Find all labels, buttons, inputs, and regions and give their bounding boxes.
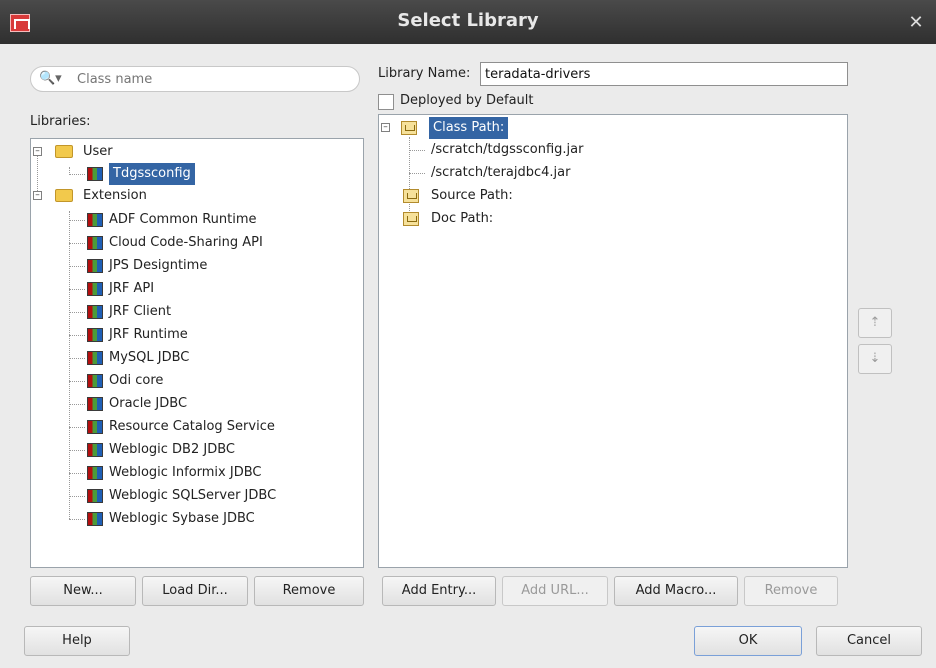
tree-line <box>409 150 425 151</box>
tree-line <box>69 174 85 175</box>
libraries-tree[interactable]: – User Tdgssconfig – Extension ADF Commo… <box>30 138 364 568</box>
tree-line <box>409 173 425 174</box>
tree-node-label: Weblogic SQLServer JDBC <box>109 488 277 503</box>
source-path-icon <box>403 189 419 203</box>
load-dir-button[interactable]: Load Dir... <box>142 576 248 606</box>
help-button[interactable]: Help <box>24 626 130 656</box>
tree-node-label: Doc Path: <box>431 211 494 226</box>
folder-icon <box>55 189 73 202</box>
tree-node-label: Resource Catalog Service <box>109 419 275 434</box>
collapse-icon[interactable]: – <box>381 123 390 132</box>
tree-line <box>69 381 85 382</box>
remove-library-button[interactable]: Remove <box>254 576 364 606</box>
library-icon <box>87 374 103 388</box>
collapse-icon[interactable]: – <box>33 191 42 200</box>
library-icon <box>87 282 103 296</box>
tree-line <box>69 450 85 451</box>
tree-node-label: JPS Designtime <box>109 258 208 273</box>
tree-node-label: Oracle JDBC <box>109 396 188 411</box>
library-icon <box>87 443 103 457</box>
library-name-label: Library Name: <box>378 66 471 81</box>
move-down-button[interactable]: ⇣ <box>858 344 892 374</box>
search-icon[interactable]: 🔍▾ <box>39 71 63 89</box>
collapse-icon[interactable]: – <box>33 147 42 156</box>
tree-node-label: ADF Common Runtime <box>109 212 257 227</box>
folder-icon <box>55 145 73 158</box>
window-title: Select Library <box>397 10 539 31</box>
tree-node-label: Odi core <box>109 373 164 388</box>
library-name-input[interactable] <box>480 62 848 86</box>
ok-button[interactable]: OK <box>694 626 802 656</box>
tree-node-label: /scratch/terajdbc4.jar <box>431 165 571 180</box>
add-macro-button[interactable]: Add Macro... <box>614 576 738 606</box>
library-icon <box>87 236 103 250</box>
tree-line <box>69 289 85 290</box>
library-icon <box>87 167 103 181</box>
tree-line <box>69 243 85 244</box>
tree-node-label: /scratch/tdgssconfig.jar <box>431 142 584 157</box>
doc-path-icon <box>403 212 419 226</box>
libraries-label: Libraries: <box>30 114 91 129</box>
tree-node-label: Cloud Code-Sharing API <box>109 235 263 250</box>
class-path-icon <box>401 121 417 135</box>
add-entry-button[interactable]: Add Entry... <box>382 576 496 606</box>
tree-line <box>69 312 85 313</box>
tree-node-label-selected: Tdgssconfig <box>109 163 195 185</box>
select-library-dialog: Select Library ✕ 🔍▾ Libraries: – User Td… <box>0 0 936 668</box>
tree-line <box>69 220 85 221</box>
search-input[interactable] <box>75 69 345 89</box>
library-icon <box>87 489 103 503</box>
remove-entry-button[interactable]: Remove <box>744 576 838 606</box>
tree-line <box>69 473 85 474</box>
tree-line <box>69 358 85 359</box>
move-up-button[interactable]: ⇡ <box>858 308 892 338</box>
library-icon <box>87 351 103 365</box>
tree-node-label: Weblogic Informix JDBC <box>109 465 262 480</box>
tree-node-label: MySQL JDBC <box>109 350 190 365</box>
add-url-button[interactable]: Add URL... <box>502 576 608 606</box>
cancel-button[interactable]: Cancel <box>816 626 922 656</box>
library-icon <box>87 213 103 227</box>
title-bar: Select Library ✕ <box>0 0 936 44</box>
library-icon <box>87 305 103 319</box>
deployed-by-default-checkbox[interactable] <box>378 94 394 110</box>
tree-line <box>69 266 85 267</box>
new-button[interactable]: New... <box>30 576 136 606</box>
tree-node-label: JRF API <box>109 281 155 296</box>
tree-node-label: User <box>83 144 113 159</box>
search-box: 🔍▾ <box>30 66 360 92</box>
tree-node-label: JRF Runtime <box>109 327 188 342</box>
close-icon[interactable]: ✕ <box>904 11 928 35</box>
tree-node-label: Source Path: <box>431 188 513 203</box>
tree-line <box>69 519 85 520</box>
tree-node-label: Extension <box>83 188 147 203</box>
tree-line <box>69 427 85 428</box>
tree-node-label-selected: Class Path: <box>429 117 509 139</box>
deployed-by-default-label: Deployed by Default <box>400 93 534 108</box>
library-icon <box>87 420 103 434</box>
library-icon <box>87 328 103 342</box>
library-paths-tree[interactable]: – Class Path: /scratch/tdgssconfig.jar /… <box>378 114 848 568</box>
tree-node-label: Weblogic DB2 JDBC <box>109 442 235 457</box>
tree-node-label: Weblogic Sybase JDBC <box>109 511 255 526</box>
tree-line <box>69 404 85 405</box>
library-icon <box>87 512 103 526</box>
library-icon <box>87 397 103 411</box>
tree-line <box>69 335 85 336</box>
library-icon <box>87 466 103 480</box>
tree-line <box>69 496 85 497</box>
tree-node-label: JRF Client <box>109 304 172 319</box>
library-icon <box>87 259 103 273</box>
